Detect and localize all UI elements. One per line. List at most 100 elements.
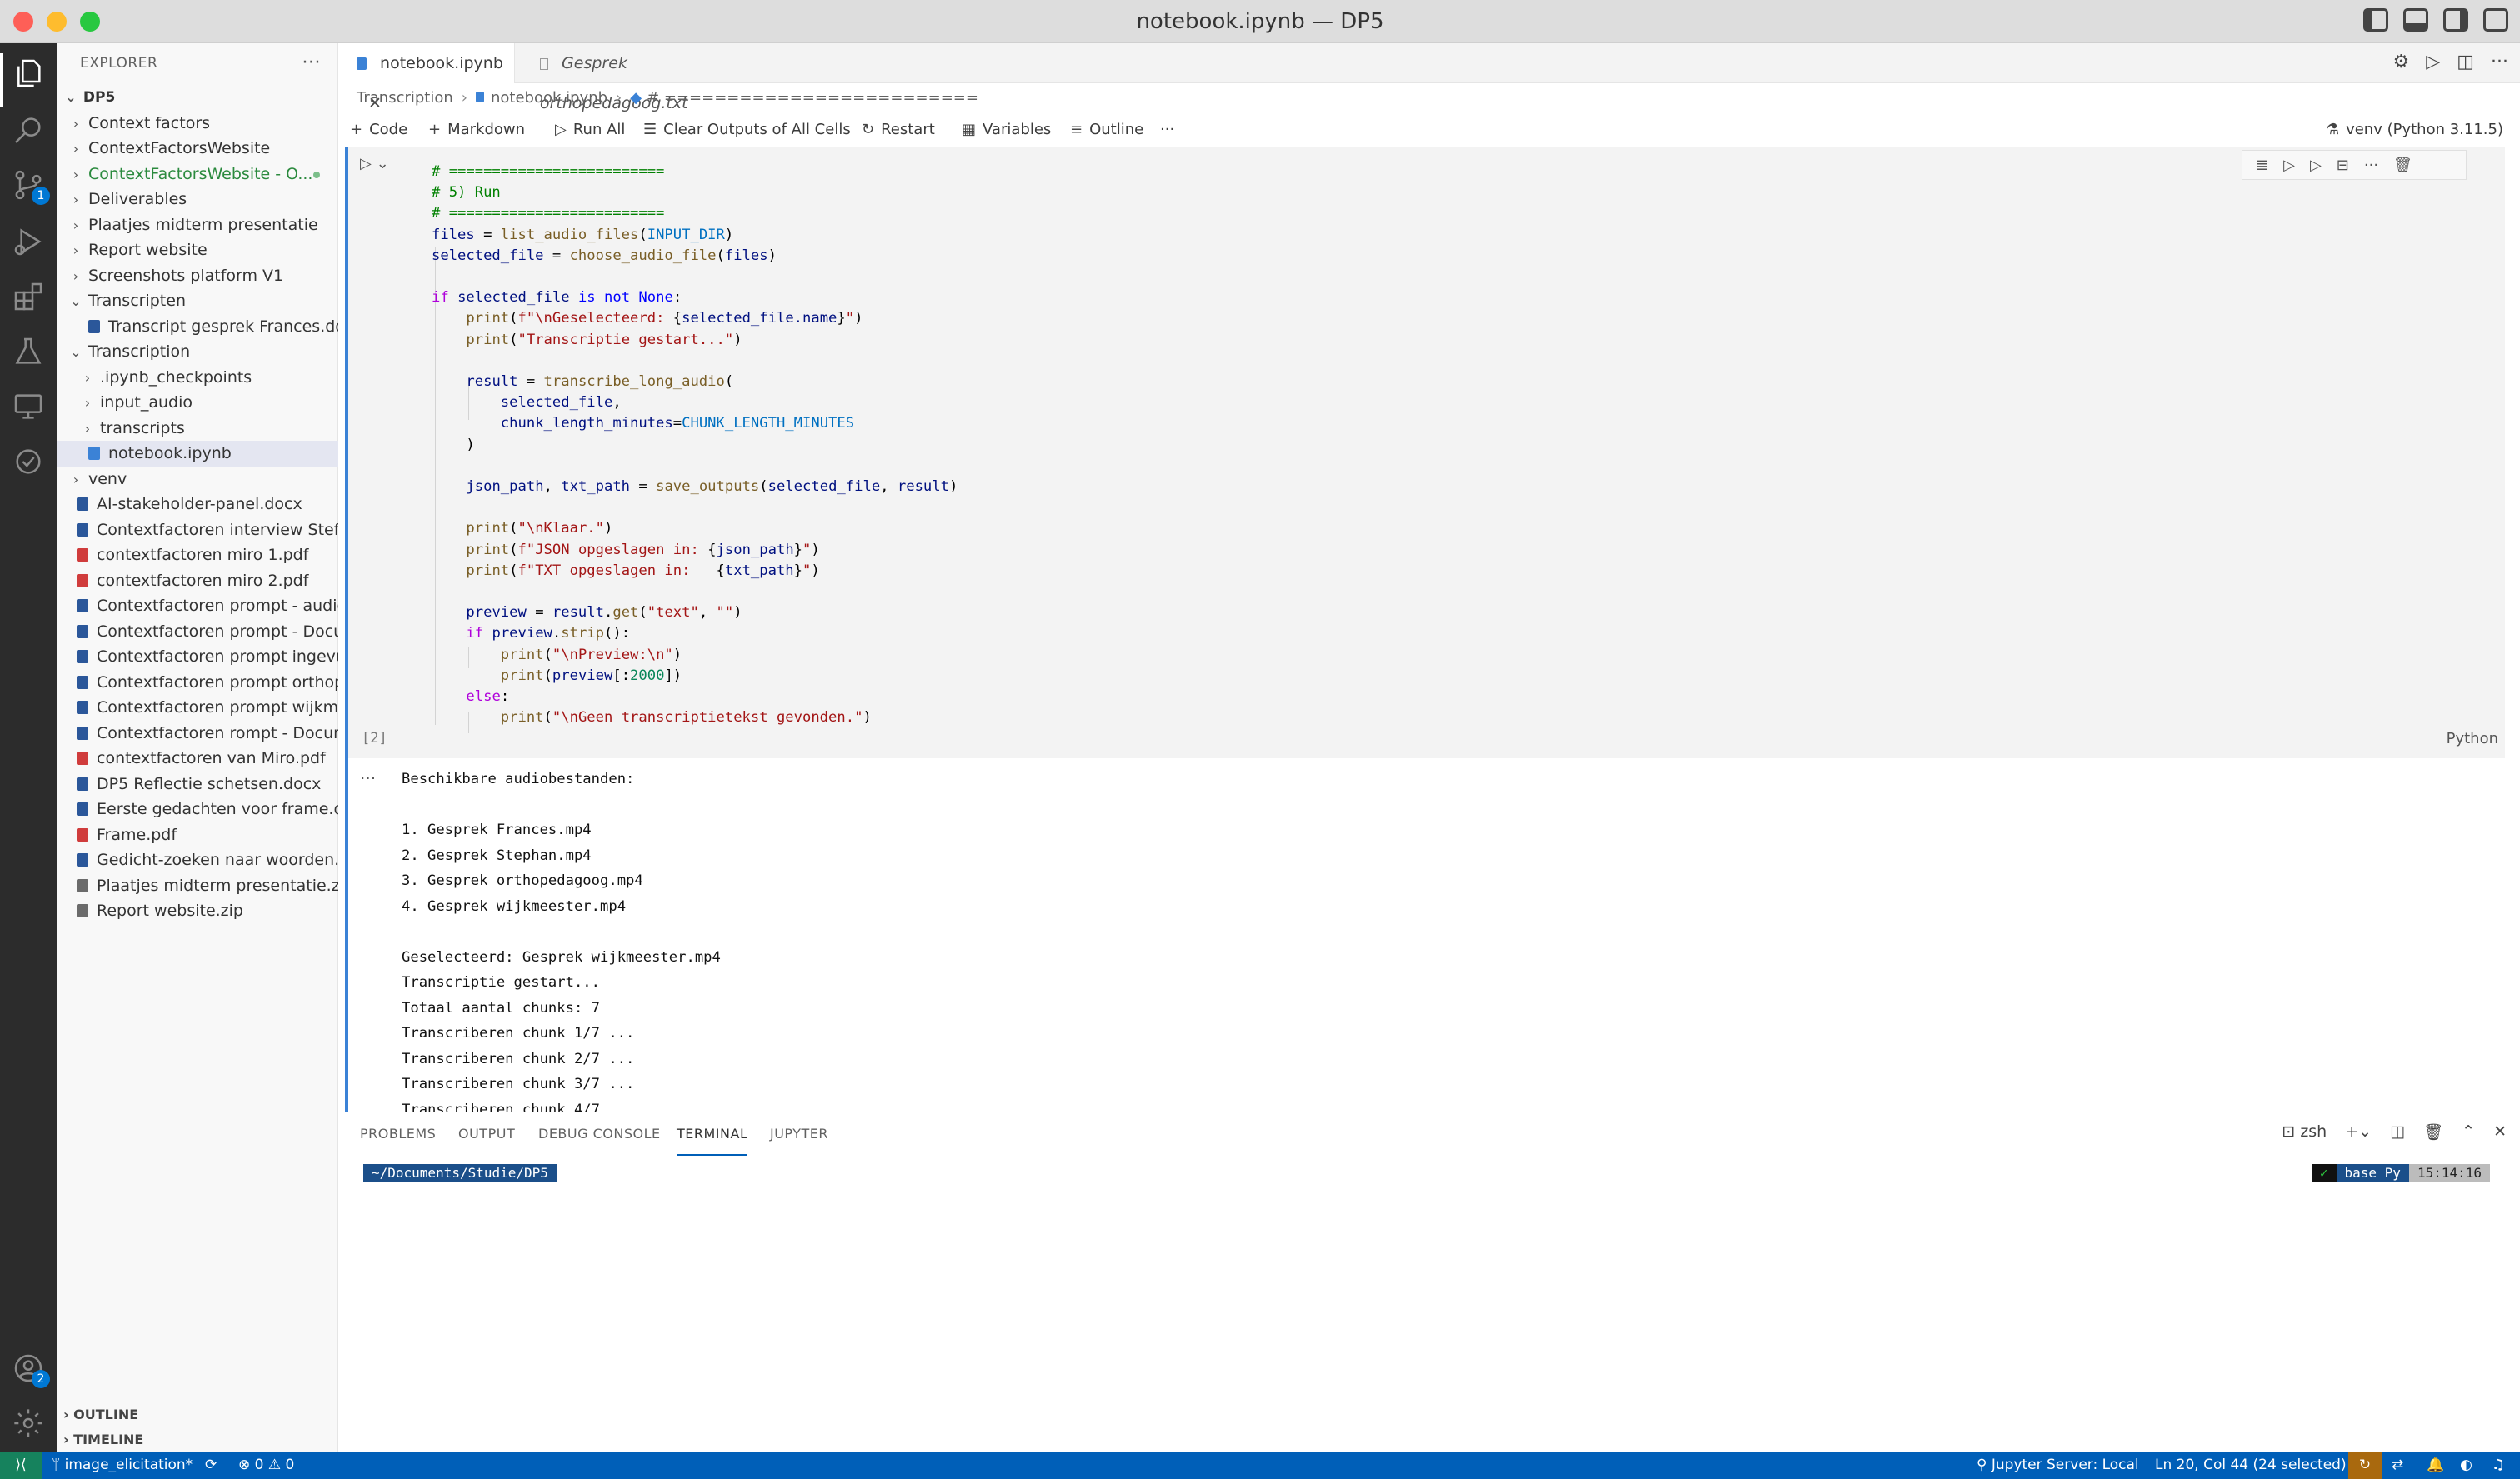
file-tree-item[interactable]: Frame.pdf <box>57 822 338 848</box>
file-tree-item[interactable]: ⌄ Transcription <box>57 339 338 365</box>
file-tree-item[interactable]: Contextfactoren prompt ingevul... <box>57 644 338 670</box>
tab-gesprek-orthopedagoog[interactable]: Gesprek orthopedagoog.txt <box>522 43 772 112</box>
remote-indicator-icon[interactable]: ⟩⟨ <box>0 1452 42 1479</box>
sync-icon[interactable]: ⟳ <box>205 1452 217 1479</box>
run-play-icon[interactable]: ▷ <box>2426 52 2440 72</box>
file-tree-item[interactable]: › Deliverables <box>57 187 338 212</box>
notebook-settings-gear-icon[interactable]: ⚙ <box>2393 52 2410 72</box>
outline-button[interactable]: ≡ Outline <box>1070 112 1143 148</box>
file-tree-item[interactable]: Plaatjes midterm presentatie.zip <box>57 873 338 899</box>
timeline-section[interactable]: › TIMELINE <box>57 1427 338 1452</box>
toggle-primary-sidebar-icon[interactable] <box>2363 8 2388 32</box>
output-actions-icon[interactable]: ··· <box>360 768 376 788</box>
notifications-bell-icon[interactable]: 🔔 <box>2427 1452 2444 1479</box>
file-tree-item[interactable]: › Screenshots platform V1 <box>57 263 338 289</box>
file-tree-item[interactable]: › .ipynb_checkpoints <box>57 365 338 391</box>
cursor-position[interactable]: Ln 20, Col 44 (24 selected) <box>2155 1452 2347 1479</box>
breadcrumb-item[interactable]: notebook.ipynb <box>491 89 608 107</box>
git-branch[interactable]: ᛘ image_elicitation* <box>52 1452 192 1479</box>
split-terminal-icon[interactable]: ◫ <box>2390 1122 2405 1142</box>
file-tree-item[interactable]: › Context factors <box>57 111 338 137</box>
testing-icon[interactable] <box>12 335 45 368</box>
run-by-line-icon[interactable]: ≣ <box>2256 157 2268 174</box>
remote-explorer-icon[interactable] <box>12 390 45 423</box>
explorer-icon[interactable] <box>12 57 45 90</box>
file-tree-item[interactable]: Contextfactoren prompt wijkmee... <box>57 695 338 721</box>
file-tree-item[interactable]: Contextfactoren rompt - Docum... <box>57 721 338 747</box>
add-markdown-cell-button[interactable]: + Markdown <box>428 112 525 148</box>
run-all-button[interactable]: ▷ Run All <box>555 112 625 148</box>
problems-indicator[interactable]: ⊗ 0 ⚠ 0 <box>238 1452 294 1479</box>
extensions-icon[interactable] <box>12 280 45 313</box>
copilot-icon[interactable]: ◐ <box>2460 1452 2472 1479</box>
delete-cell-icon[interactable]: 🗑 <box>2393 157 2412 174</box>
file-tree-item[interactable]: Gedicht-zoeken naar woorden.d... <box>57 847 338 873</box>
maximize-panel-icon[interactable]: ⌃ <box>2462 1122 2475 1142</box>
more-actions-icon[interactable]: ··· <box>302 43 321 83</box>
file-tree-item[interactable]: › transcripts <box>57 416 338 442</box>
bell-icon[interactable]: ♫ <box>2492 1452 2504 1479</box>
clear-outputs-button[interactable]: ☰ Clear Outputs of All Cells <box>643 112 851 148</box>
file-tree-item[interactable]: Contextfactoren prompt orthope... <box>57 670 338 696</box>
source-control-icon[interactable]: 1 <box>12 168 50 205</box>
file-tree-item[interactable]: › input_audio <box>57 390 338 416</box>
file-tree-item[interactable]: Transcript gesprek Frances.docx <box>57 314 338 340</box>
file-tree-item[interactable]: Contextfactoren prompt - audio... <box>57 593 338 619</box>
execute-below-icon[interactable]: ▷ <box>2310 157 2322 174</box>
file-tree-item[interactable]: AI-stakeholder-panel.docx <box>57 492 338 517</box>
accounts-icon[interactable]: 2 <box>12 1352 50 1388</box>
live-share-icon[interactable]: ⇄ <box>2392 1452 2403 1479</box>
file-tree-item[interactable]: DP5 Reflectie schetsen.docx <box>57 772 338 797</box>
file-tree-item[interactable]: contextfactoren miro 2.pdf <box>57 568 338 594</box>
breadcrumb-item[interactable]: Transcription <box>357 89 453 107</box>
more-toolbar-icon[interactable]: ··· <box>1160 112 1174 148</box>
file-tree-item[interactable]: contextfactoren van Miro.pdf <box>57 746 338 772</box>
restart-kernel-button[interactable]: ↻ Restart <box>862 112 935 148</box>
file-tree-item[interactable]: Contextfactoren prompt - Docu... <box>57 619 338 645</box>
file-tree-item[interactable]: › venv <box>57 467 338 492</box>
file-tree-item[interactable]: › ContextFactorsWebsite <box>57 136 338 162</box>
more-actions-icon[interactable]: ··· <box>2491 52 2508 72</box>
file-tree-item[interactable]: notebook.ipynb <box>57 441 338 467</box>
execute-above-icon[interactable]: ▷ <box>2283 157 2295 174</box>
kill-terminal-icon[interactable]: 🗑 <box>2423 1122 2443 1142</box>
toggle-secondary-sidebar-icon[interactable] <box>2443 8 2468 32</box>
tab-debug-console[interactable]: DEBUG CONSOLE <box>538 1112 661 1156</box>
code-editor[interactable]: # ========================= # 5) Run # =… <box>432 162 958 728</box>
close-panel-icon[interactable]: ✕ <box>2493 1122 2507 1142</box>
tab-notebook[interactable]: notebook.ipynb ✕ <box>338 43 515 112</box>
code-cell[interactable]: ▷ ⌄ ≣ ▷ ▷ ⊟ ··· 🗑 # ====================… <box>345 147 2505 758</box>
new-terminal-icon[interactable]: +⌄ <box>2345 1122 2372 1142</box>
tab-problems[interactable]: PROBLEMS <box>360 1112 436 1156</box>
more-cell-actions-icon[interactable]: ··· <box>2364 157 2378 174</box>
run-debug-icon[interactable] <box>12 225 45 258</box>
jupyter-extension-icon[interactable] <box>12 445 45 478</box>
terminal-shell-selector[interactable]: ⊡ zsh <box>2282 1122 2327 1142</box>
kernel-picker[interactable]: ⚗ venv (Python 3.11.5) <box>2326 112 2503 148</box>
file-tree-item[interactable]: › ContextFactorsWebsite - O... <box>57 162 338 187</box>
kernel-busy-icon[interactable]: ↻ <box>2348 1452 2382 1479</box>
file-tree-item[interactable]: Eerste gedachten voor frame.docx <box>57 797 338 822</box>
jupyter-server-status[interactable]: ⚲ Jupyter Server: Local <box>1977 1452 2139 1479</box>
outline-section[interactable]: › OUTLINE <box>57 1402 338 1427</box>
workspace-root[interactable]: ⌄ DP5 <box>57 85 338 111</box>
settings-gear-icon[interactable] <box>12 1407 45 1440</box>
cell-language[interactable]: Python <box>2447 730 2498 747</box>
search-icon[interactable] <box>12 113 45 147</box>
add-code-cell-button[interactable]: + Code <box>350 112 408 148</box>
customize-layout-icon[interactable] <box>2483 8 2508 32</box>
split-editor-icon[interactable]: ◫ <box>2457 52 2474 72</box>
file-tree-item[interactable]: › Plaatjes midterm presentatie <box>57 212 338 238</box>
run-cell-icon[interactable]: ▷ ⌄ <box>360 155 389 172</box>
file-tree-item[interactable]: Contextfactoren interview Stefan... <box>57 517 338 543</box>
toggle-panel-icon[interactable] <box>2403 8 2428 32</box>
tab-jupyter[interactable]: JUPYTER <box>770 1112 828 1156</box>
file-tree-item[interactable]: contextfactoren miro 1.pdf <box>57 542 338 568</box>
file-tree-item[interactable]: ⌄ Transcripten <box>57 288 338 314</box>
split-cell-icon[interactable]: ⊟ <box>2337 157 2349 174</box>
variables-button[interactable]: ▦ Variables <box>962 112 1051 148</box>
tab-terminal[interactable]: TERMINAL <box>677 1112 748 1156</box>
file-tree-item[interactable]: Report website.zip <box>57 898 338 924</box>
file-tree-item[interactable]: › Report website <box>57 237 338 263</box>
breadcrumb-item[interactable]: # ========================= <box>647 89 978 107</box>
